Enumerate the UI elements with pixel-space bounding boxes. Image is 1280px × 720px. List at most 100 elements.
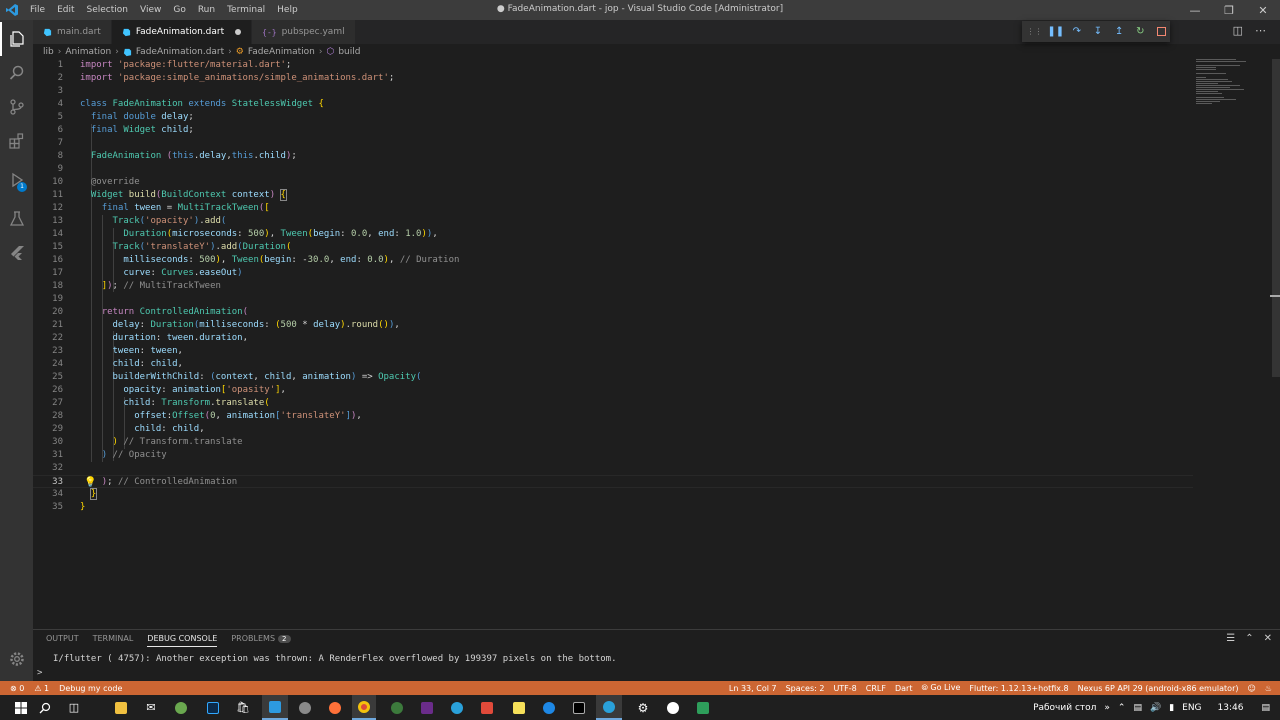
breadcrumb-item[interactable]: build	[338, 47, 360, 57]
maximize-panel-icon[interactable]: ⌃	[1245, 633, 1253, 644]
tab-pubspec-yaml[interactable]: {-} pubspec.yaml	[252, 20, 356, 44]
menu-terminal[interactable]: Terminal	[221, 5, 271, 15]
code-line: 15 Track('translateY').add(Duration(	[52, 242, 292, 252]
taskbar-app-icon[interactable]	[292, 695, 318, 720]
network-icon[interactable]: ▤	[1133, 703, 1142, 713]
more-actions-icon[interactable]: ⋯	[1255, 24, 1266, 37]
code-line: 20 return ControlledAnimation(	[52, 307, 248, 317]
telegram-active-icon[interactable]	[596, 695, 622, 720]
menu-file[interactable]: File	[24, 5, 51, 15]
feedback-icon[interactable]: ☺	[1247, 684, 1255, 693]
split-editor-icon[interactable]: ◫	[1233, 24, 1243, 37]
desktop-toolbar-label[interactable]: Рабочий стол	[1033, 703, 1096, 713]
code-line: 22 duration: tween.duration,	[52, 333, 249, 343]
mail-icon[interactable]: ✉	[140, 695, 162, 720]
breadcrumb-item[interactable]: FadeAnimation	[248, 47, 315, 57]
clock[interactable]: 13:46	[1218, 703, 1244, 713]
settings-icon[interactable]: ⚙	[632, 695, 654, 720]
filter-list-icon[interactable]: ☰	[1226, 633, 1235, 644]
edge-icon[interactable]	[538, 695, 560, 720]
volume-icon[interactable]: 🔊	[1150, 703, 1161, 713]
telegram-icon[interactable]	[446, 695, 468, 720]
store-icon[interactable]: 🛍	[232, 695, 254, 720]
menu-view[interactable]: View	[134, 5, 167, 15]
restore-icon[interactable]: ❐	[1212, 0, 1246, 20]
photoshop-icon[interactable]	[202, 695, 224, 720]
taskbar-app-icon[interactable]	[508, 695, 530, 720]
scrollbar-thumb[interactable]	[1272, 59, 1280, 377]
battery-icon[interactable]: ▮	[1169, 703, 1174, 713]
status-device[interactable]: Nexus 6P API 29 (android-x86 emulator)	[1078, 684, 1239, 693]
drag-handle-icon[interactable]: ⋮⋮	[1026, 23, 1043, 41]
taskbar-app-icon[interactable]	[416, 695, 438, 720]
chrome-icon[interactable]	[352, 695, 376, 720]
taskbar-search-icon[interactable]	[34, 695, 56, 720]
panel-actions: ☰ ⌃ ✕	[1226, 633, 1272, 644]
terminal-icon[interactable]	[568, 695, 590, 720]
notification-center-icon[interactable]: ▤	[1261, 703, 1270, 713]
testing-flask-icon[interactable]	[0, 202, 33, 236]
vscode-taskbar-icon[interactable]	[262, 695, 288, 720]
run-debug-icon[interactable]: 1	[0, 163, 33, 197]
tab-main-dart[interactable]: main.dart	[33, 20, 112, 44]
console-prompt-icon[interactable]: >	[37, 668, 42, 678]
menu-run[interactable]: Run	[192, 5, 221, 15]
explorer-icon[interactable]	[0, 22, 33, 56]
notifications-bell-icon[interactable]: ♨	[1265, 684, 1272, 693]
menu-edit[interactable]: Edit	[51, 5, 80, 15]
vertical-scrollbar[interactable]	[1270, 59, 1280, 629]
step-out-icon[interactable]: ↥	[1111, 23, 1128, 41]
pause-icon[interactable]: ❚❚	[1047, 23, 1064, 41]
panel-tab-terminal[interactable]: TERMINAL	[93, 634, 134, 647]
menu-help[interactable]: Help	[271, 5, 304, 15]
status-eol[interactable]: CRLF	[866, 684, 886, 693]
status-flutter-version[interactable]: Flutter: 1.12.13+hotfix.8	[969, 684, 1068, 693]
yandex-icon[interactable]	[662, 695, 684, 720]
breadcrumb-item[interactable]: Animation	[65, 47, 111, 57]
minimize-icon[interactable]: —	[1178, 0, 1212, 20]
firefox-icon[interactable]	[324, 695, 346, 720]
panel-tab-debug-console[interactable]: DEBUG CONSOLE	[147, 634, 218, 647]
taskbar-app-icon[interactable]	[476, 695, 498, 720]
status-cursor-position[interactable]: Ln 33, Col 7	[729, 684, 777, 693]
code-line: 6 final Widget child;	[57, 125, 194, 135]
tray-overflow-icon[interactable]: ⌃	[1118, 703, 1126, 713]
settings-gear-icon[interactable]	[0, 642, 33, 676]
taskbar-app-icon[interactable]	[692, 695, 714, 720]
breadcrumb-item[interactable]: lib	[43, 47, 54, 57]
code-editor[interactable]: 1 import 'package:flutter/material.dart';…	[33, 59, 1193, 629]
unsaved-dot-icon[interactable]	[235, 29, 242, 35]
chevron-right-icon[interactable]: »	[1104, 703, 1110, 713]
source-control-icon[interactable]	[0, 90, 33, 124]
taskbar-app-icon[interactable]	[170, 695, 192, 720]
status-golive[interactable]: ⦾ Go Live	[921, 683, 960, 693]
status-indent[interactable]: Spaces: 2	[786, 684, 825, 693]
search-icon[interactable]	[0, 56, 33, 90]
panel-tab-output[interactable]: OUTPUT	[46, 634, 79, 647]
task-view-icon[interactable]: ◫	[63, 695, 85, 720]
windows-start-icon[interactable]	[10, 695, 32, 720]
status-golive-label: Go Live	[930, 683, 961, 692]
step-over-icon[interactable]: ↷	[1068, 23, 1085, 41]
restart-icon[interactable]: ↻	[1132, 23, 1149, 41]
step-into-icon[interactable]: ↧	[1089, 23, 1106, 41]
file-explorer-icon[interactable]	[110, 695, 132, 720]
breadcrumb-item[interactable]: FadeAnimation.dart	[136, 47, 224, 57]
taskbar-app-icon[interactable]	[386, 695, 408, 720]
close-panel-icon[interactable]: ✕	[1264, 633, 1272, 644]
status-debug-config[interactable]: Debug my code	[59, 684, 122, 693]
menu-selection[interactable]: Selection	[81, 5, 134, 15]
close-icon[interactable]: ✕	[1246, 0, 1280, 20]
status-encoding[interactable]: UTF-8	[833, 684, 856, 693]
status-errors[interactable]: ⊗ 0	[10, 684, 24, 693]
input-language[interactable]: ENG	[1182, 703, 1201, 713]
status-language[interactable]: Dart	[895, 684, 913, 693]
panel-tab-problems-wrap[interactable]: PROBLEMS 2	[231, 634, 291, 647]
extensions-icon[interactable]	[0, 124, 33, 158]
minimap[interactable]	[1196, 59, 1266, 119]
status-warnings[interactable]: ⚠ 1	[34, 684, 49, 693]
menu-go[interactable]: Go	[167, 5, 191, 15]
stop-icon[interactable]	[1153, 23, 1170, 41]
flutter-icon[interactable]	[0, 236, 33, 270]
tab-fadeanimation-dart[interactable]: FadeAnimation.dart	[111, 20, 253, 44]
